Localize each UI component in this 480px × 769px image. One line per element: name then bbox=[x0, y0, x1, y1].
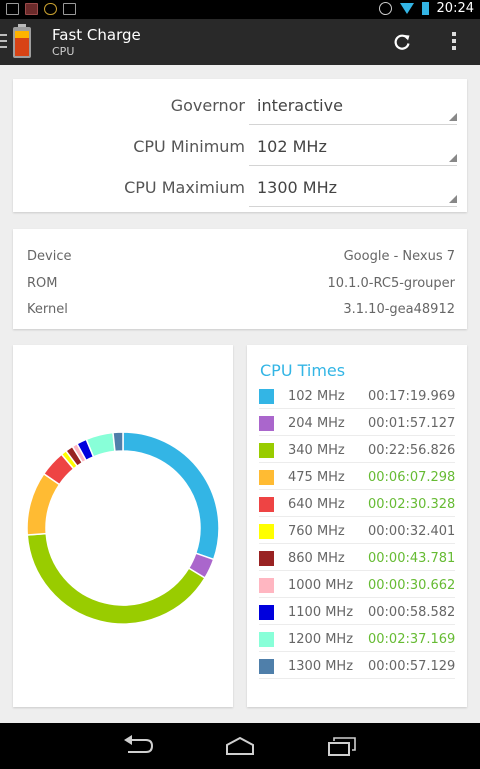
battery-icon bbox=[421, 2, 429, 15]
app-title: Fast Charge bbox=[52, 26, 141, 44]
kernel-label: Kernel bbox=[27, 302, 68, 317]
time-value: 00:00:30.662 bbox=[368, 578, 456, 593]
legend-swatch bbox=[259, 497, 274, 512]
action-bar: Fast Charge CPU bbox=[0, 19, 480, 65]
cpu-time-row: 860 MHz 00:00:43.781 bbox=[259, 547, 455, 571]
time-value: 00:02:37.169 bbox=[368, 632, 456, 647]
governor-value: interactive bbox=[257, 96, 343, 115]
cpu-time-row: 204 MHz 00:01:57.127 bbox=[259, 412, 455, 436]
governor-card: Governor interactive CPU Minimum 102 MHz… bbox=[13, 79, 467, 212]
time-value: 00:01:57.127 bbox=[368, 416, 456, 431]
status-bar: 20:24 bbox=[0, 0, 480, 19]
frequency-label: 640 MHz bbox=[288, 497, 345, 512]
rom-label: ROM bbox=[27, 276, 58, 291]
play-notification-icon bbox=[63, 3, 76, 15]
legend-swatch bbox=[259, 416, 274, 431]
frequency-label: 1300 MHz bbox=[288, 659, 354, 674]
frequency-label: 1000 MHz bbox=[288, 578, 354, 593]
back-icon[interactable] bbox=[122, 735, 154, 757]
frequency-label: 340 MHz bbox=[288, 443, 345, 458]
legend-swatch bbox=[259, 605, 274, 620]
cpu-time-row: 340 MHz 00:22:56.826 bbox=[259, 439, 455, 463]
dropdown-arrow-icon bbox=[449, 195, 457, 203]
frequency-label: 204 MHz bbox=[288, 416, 345, 431]
cpu-time-row: 640 MHz 00:02:30.328 bbox=[259, 493, 455, 517]
legend-swatch bbox=[259, 524, 274, 539]
time-value: 00:00:57.129 bbox=[368, 659, 456, 674]
governor-spinner[interactable]: interactive bbox=[249, 94, 457, 125]
donut-slice-102-mhz bbox=[122, 431, 220, 561]
frequency-label: 475 MHz bbox=[288, 470, 345, 485]
cpu-minimum-row: CPU Minimum 102 MHz bbox=[13, 131, 467, 171]
governor-row: Governor interactive bbox=[13, 90, 467, 130]
device-info-card: Device Google - Nexus 7 ROM 10.1.0-RC5-g… bbox=[13, 229, 467, 329]
cpu-time-row: 1000 MHz 00:00:30.662 bbox=[259, 574, 455, 598]
cpu-time-row: 1200 MHz 00:02:37.169 bbox=[259, 628, 455, 652]
legend-swatch bbox=[259, 632, 274, 647]
governor-label: Governor bbox=[170, 96, 245, 115]
time-value: 00:00:32.401 bbox=[368, 524, 456, 539]
legend-swatch bbox=[259, 659, 274, 674]
time-value: 00:00:58.582 bbox=[368, 605, 456, 620]
cpu-maximum-row: CPU Maximium 1300 MHz bbox=[13, 172, 467, 212]
cpu-minimum-spinner[interactable]: 102 MHz bbox=[249, 135, 457, 166]
notification-icons bbox=[6, 3, 76, 15]
drawer-indicator-icon[interactable] bbox=[0, 34, 7, 52]
frequency-label: 860 MHz bbox=[288, 551, 345, 566]
time-value: 00:17:19.969 bbox=[368, 389, 456, 404]
cpu-time-row: 760 MHz 00:00:32.401 bbox=[259, 520, 455, 544]
kernel-value: 3.1.10-gea48912 bbox=[343, 302, 455, 317]
legend-swatch bbox=[259, 389, 274, 404]
device-row: Device Google - Nexus 7 bbox=[27, 249, 455, 267]
cpu-times-legend-card: CPU Times 102 MHz 00:17:19.969 204 MHz 00:0… bbox=[247, 345, 467, 707]
rom-row: ROM 10.1.0-RC5-grouper bbox=[27, 276, 455, 294]
donut-slice-340-mhz bbox=[26, 532, 206, 625]
overflow-menu-icon[interactable] bbox=[446, 32, 462, 52]
cpu-times-title: CPU Times bbox=[260, 361, 346, 380]
cpu-time-row: 475 MHz 00:06:07.298 bbox=[259, 466, 455, 490]
cpu-time-row: 1100 MHz 00:00:58.582 bbox=[259, 601, 455, 625]
book-notification-icon bbox=[25, 3, 38, 15]
legend-swatch bbox=[259, 470, 274, 485]
legend-swatch bbox=[259, 443, 274, 458]
cpu-times-chart-card bbox=[13, 345, 233, 707]
cpu-time-row: 102 MHz 00:17:19.969 bbox=[259, 385, 455, 409]
dropdown-arrow-icon bbox=[449, 154, 457, 162]
rom-value: 10.1.0-RC5-grouper bbox=[327, 276, 455, 291]
alarm-icon bbox=[378, 2, 392, 15]
app-subtitle: CPU bbox=[52, 45, 75, 58]
time-value: 00:06:07.298 bbox=[368, 470, 456, 485]
time-value: 00:22:56.826 bbox=[368, 443, 456, 458]
recent-apps-icon[interactable] bbox=[327, 735, 357, 757]
legend-swatch bbox=[259, 578, 274, 593]
time-value: 00:00:43.781 bbox=[368, 551, 456, 566]
device-label: Device bbox=[27, 249, 72, 264]
cpu-times-donut-chart bbox=[26, 431, 220, 625]
frequency-label: 760 MHz bbox=[288, 524, 345, 539]
cpu-maximum-spinner[interactable]: 1300 MHz bbox=[249, 176, 457, 207]
refresh-icon[interactable] bbox=[392, 32, 412, 52]
time-value: 00:02:30.328 bbox=[368, 497, 456, 512]
settings-notification-icon bbox=[44, 3, 57, 15]
home-icon[interactable] bbox=[224, 736, 256, 756]
battery-app-icon[interactable] bbox=[11, 23, 33, 59]
cpu-maximum-label: CPU Maximium bbox=[124, 178, 245, 197]
cpu-minimum-value: 102 MHz bbox=[257, 137, 327, 156]
cpu-minimum-label: CPU Minimum bbox=[133, 137, 245, 156]
frequency-label: 102 MHz bbox=[288, 389, 345, 404]
device-value: Google - Nexus 7 bbox=[343, 249, 455, 264]
status-time: 20:24 bbox=[436, 1, 474, 16]
frequency-label: 1100 MHz bbox=[288, 605, 354, 620]
donut-slice-475-mhz bbox=[26, 472, 61, 536]
gallery-notification-icon bbox=[6, 3, 19, 15]
navigation-bar bbox=[0, 723, 480, 769]
cpu-time-row: 1300 MHz 00:00:57.129 bbox=[259, 655, 455, 679]
frequency-label: 1200 MHz bbox=[288, 632, 354, 647]
kernel-row: Kernel 3.1.10-gea48912 bbox=[27, 302, 455, 320]
legend-swatch bbox=[259, 551, 274, 566]
wifi-icon bbox=[399, 3, 414, 14]
cpu-maximum-value: 1300 MHz bbox=[257, 178, 338, 197]
dropdown-arrow-icon bbox=[449, 113, 457, 121]
donut-slice-1300-mhz bbox=[112, 431, 124, 453]
